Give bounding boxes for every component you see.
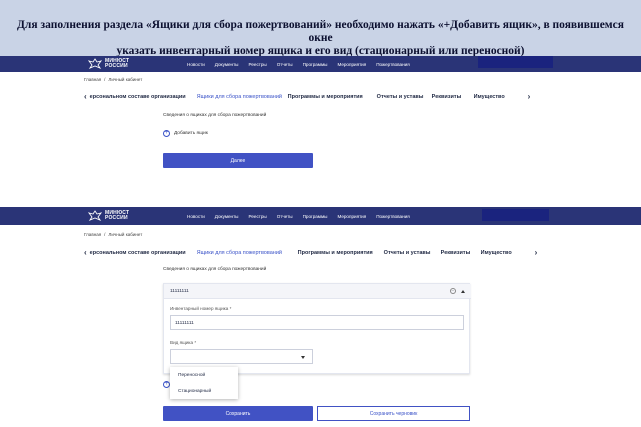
nav-donations[interactable]: Пожертвования (376, 214, 409, 219)
profile-redacted[interactable] (478, 56, 553, 68)
instruction-line-1: Для заполнения раздела «Ящики для сбора … (17, 19, 624, 44)
nav-documents[interactable]: Документы (215, 214, 239, 219)
breadcrumb-home[interactable]: Главная (84, 77, 101, 82)
tab-programs[interactable]: Программы и мероприятия (288, 94, 377, 100)
nav-registries[interactable]: Реестры (248, 62, 266, 67)
site-logo[interactable]: МИНЮСТ РОССИИ (88, 56, 129, 72)
option-portable[interactable]: Переносной (170, 367, 238, 383)
tab-donation-boxes[interactable]: Ящики для сбора пожертвований (197, 250, 298, 256)
tab-programs[interactable]: Программы и мероприятия (298, 250, 384, 256)
tabs-next-arrow-icon[interactable]: › (535, 248, 538, 257)
box-type-select[interactable] (170, 349, 313, 364)
breadcrumb-current: Личный кабинет (108, 232, 143, 237)
screenshot-step-1: МИНЮСТ РОССИИ Новости Документы Реестры … (0, 56, 641, 185)
tab-personnel[interactable]: ерсональном составе организации (90, 94, 197, 100)
tab-requisites[interactable]: Реквизиты (432, 94, 474, 100)
tab-personnel[interactable]: ерсональном составе организации (90, 250, 197, 256)
site-header: МИНЮСТ РОССИИ Новости Документы Реестры … (0, 207, 641, 225)
nav-reports[interactable]: Отчеты (277, 214, 293, 219)
instruction-text: Для заполнения раздела «Ящики для сбора … (0, 0, 641, 57)
nav-events[interactable]: Мероприятия (337, 62, 366, 67)
logo-text: МИНЮСТ РОССИИ (105, 57, 130, 69)
collapse-caret-icon[interactable] (461, 289, 465, 293)
tabs-prev-arrow-icon[interactable]: ‹ (84, 92, 87, 101)
tab-requisites[interactable]: Реквизиты (441, 250, 481, 256)
profile-redacted[interactable] (482, 209, 549, 221)
main-nav: Новости Документы Реестры Отчеты Програм… (187, 207, 410, 225)
chevron-down-icon (301, 356, 305, 359)
plus-circle-icon: + (163, 130, 170, 137)
section-title: Сведения о ящиках для сбора пожертвовани… (163, 113, 267, 118)
save-button[interactable]: Сохранить (163, 406, 313, 421)
screenshot-step-2: МИНЮСТ РОССИИ Новости Документы Реестры … (0, 207, 641, 427)
nav-programs[interactable]: Программы (303, 214, 328, 219)
add-box-plus-icon[interactable]: + (163, 381, 170, 388)
option-stationary[interactable]: Стационарный (170, 383, 238, 399)
breadcrumb-current: Личный кабинет (108, 77, 143, 82)
section-title: Сведения о ящиках для сбора пожертвовани… (163, 267, 267, 272)
save-draft-button[interactable]: Сохранить черновик (317, 406, 470, 421)
add-box-label: Добавить ящик (174, 131, 208, 136)
donation-box-card: 11111111 − Инвентарный номер ящика * 111… (163, 283, 471, 374)
nav-donations[interactable]: Пожертвования (376, 62, 409, 67)
breadcrumb-home[interactable]: Главная (84, 232, 101, 237)
inventory-number-input[interactable]: 11111111 (170, 315, 464, 330)
tab-donation-boxes[interactable]: Ящики для сбора пожертвований (197, 94, 288, 100)
nav-events[interactable]: Мероприятия (337, 214, 366, 219)
nav-programs[interactable]: Программы (303, 62, 328, 67)
box-card-header[interactable]: 11111111 − (164, 284, 471, 299)
eagle-emblem-icon (88, 58, 102, 69)
tab-property[interactable]: Имущество (481, 250, 535, 256)
box-card-title: 11111111 (170, 289, 189, 294)
screenshot-separator (0, 185, 641, 207)
tab-bar: ‹ ерсональном составе организации Ящики … (84, 92, 530, 101)
remove-circle-icon[interactable]: − (450, 288, 456, 294)
nav-news[interactable]: Новости (187, 214, 205, 219)
tab-reports[interactable]: Отчеты и уставы (377, 94, 432, 100)
tabs-prev-arrow-icon[interactable]: ‹ (84, 248, 87, 257)
logo-text: МИНЮСТ РОССИИ (105, 209, 130, 221)
nav-news[interactable]: Новости (187, 62, 205, 67)
site-header: МИНЮСТ РОССИИ Новости Документы Реестры … (0, 56, 641, 72)
add-box-button[interactable]: + Добавить ящик (163, 130, 208, 137)
nav-documents[interactable]: Документы (215, 62, 239, 67)
tab-property[interactable]: Имущество (474, 94, 528, 100)
nav-registries[interactable]: Реестры (248, 214, 266, 219)
tab-bar: ‹ ерсональном составе организации Ящики … (84, 248, 537, 257)
tab-reports[interactable]: Отчеты и уставы (384, 250, 441, 256)
box-type-label: Вид ящика * (170, 340, 197, 345)
inventory-number-label: Инвентарный номер ящика * (170, 306, 232, 311)
next-button[interactable]: Далее (163, 153, 313, 168)
eagle-emblem-icon (88, 210, 102, 221)
breadcrumb: Главная / Личный кабинет (84, 77, 143, 82)
tabs-next-arrow-icon[interactable]: › (528, 92, 531, 101)
box-type-dropdown: Переносной Стационарный (170, 367, 238, 399)
main-nav: Новости Документы Реестры Отчеты Програм… (187, 56, 410, 72)
nav-reports[interactable]: Отчеты (277, 62, 293, 67)
breadcrumb: Главная / Личный кабинет (84, 232, 143, 237)
site-logo[interactable]: МИНЮСТ РОССИИ (88, 207, 129, 225)
